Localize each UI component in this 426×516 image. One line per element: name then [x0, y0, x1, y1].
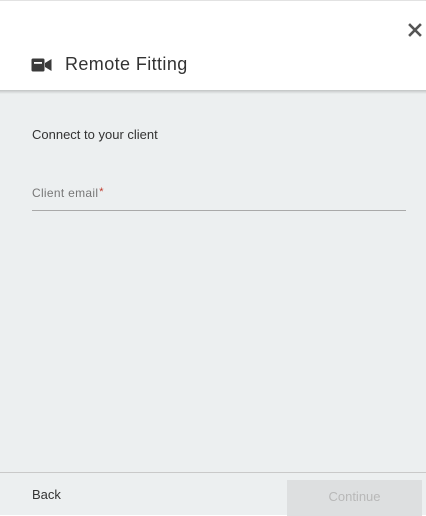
remote-fitting-dialog: Remote Fitting Connect to your client Cl… [0, 0, 426, 516]
dialog-footer: Back Continue [0, 472, 426, 516]
dialog-body: Connect to your client Client email* [0, 90, 426, 472]
close-button[interactable] [406, 21, 424, 39]
dialog-header: Remote Fitting [0, 1, 426, 90]
section-heading: Connect to your client [32, 127, 158, 142]
video-camera-icon [31, 58, 52, 71]
close-icon [408, 23, 422, 37]
dialog-title-row: Remote Fitting [31, 54, 188, 75]
back-button[interactable]: Back [32, 487, 61, 502]
header-divider [0, 90, 426, 94]
client-email-input[interactable] [32, 186, 406, 208]
client-email-field[interactable]: Client email* [32, 186, 406, 211]
continue-button[interactable]: Continue [287, 480, 422, 516]
dialog-title: Remote Fitting [65, 54, 188, 74]
